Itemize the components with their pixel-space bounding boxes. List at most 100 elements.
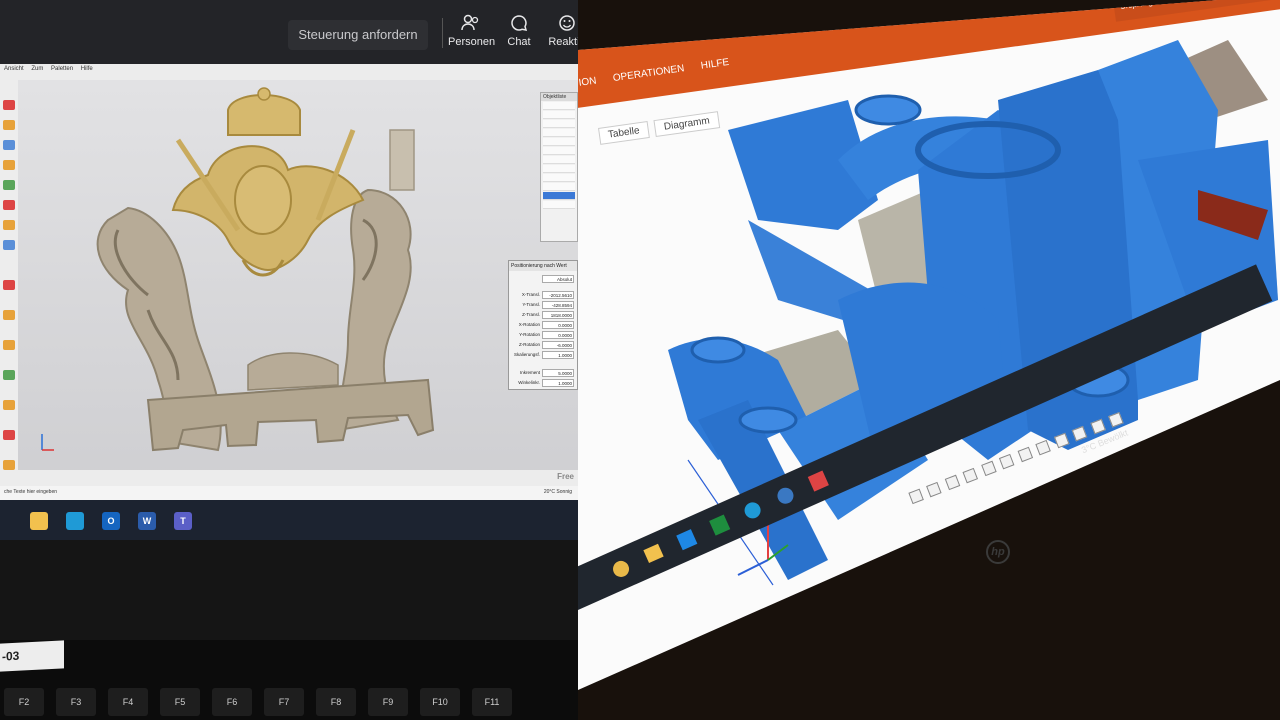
teams-icon[interactable]: T bbox=[174, 512, 192, 530]
object-list-item[interactable] bbox=[543, 111, 575, 119]
position-by-value-dialog: Positionierung nach Wert Absolut X-Trans… bbox=[508, 260, 578, 390]
people-button[interactable]: Personen bbox=[448, 14, 495, 48]
field-label: Winkelinkr. bbox=[518, 380, 540, 385]
field-row: Inkrement 5.0000 bbox=[512, 369, 576, 377]
frame-label: Free bbox=[557, 472, 574, 481]
outlook-icon[interactable]: O bbox=[102, 512, 120, 530]
save-icon[interactable] bbox=[676, 529, 698, 551]
reactions-button[interactable]: Reaktio bbox=[544, 14, 578, 48]
field-input[interactable]: 0.0000 bbox=[542, 321, 574, 329]
object-list-item[interactable] bbox=[543, 201, 575, 209]
key-f10: F10 bbox=[420, 688, 460, 716]
menu-item[interactable]: Hilfe bbox=[81, 66, 93, 72]
view-tool-button[interactable] bbox=[981, 460, 997, 477]
field-input[interactable]: 1818.0000 bbox=[542, 311, 574, 319]
excel-icon[interactable] bbox=[709, 514, 731, 536]
file-explorer-icon[interactable] bbox=[30, 512, 48, 530]
request-control-button[interactable]: Steuerung anfordern bbox=[288, 20, 428, 50]
field-input[interactable]: -6.0000 bbox=[542, 341, 574, 349]
3d-scan-view[interactable] bbox=[578, 0, 1280, 720]
tool-button[interactable] bbox=[3, 240, 15, 250]
chrome-icon[interactable] bbox=[610, 558, 632, 580]
object-list-item-selected[interactable] bbox=[543, 192, 575, 200]
object-list-item[interactable] bbox=[543, 129, 575, 137]
field-input[interactable]: -2012.5610 bbox=[542, 291, 574, 299]
tool-button[interactable] bbox=[3, 220, 15, 230]
object-list-panel: Objektliste bbox=[540, 92, 578, 242]
field-input[interactable]: 1.0000 bbox=[542, 351, 574, 359]
tool-button[interactable] bbox=[3, 140, 15, 150]
object-list-title: Objektliste bbox=[541, 93, 577, 101]
object-list-item[interactable] bbox=[543, 147, 575, 155]
view-tool-button[interactable] bbox=[1017, 446, 1033, 463]
tool-button[interactable] bbox=[3, 310, 15, 320]
key-f8: F8 bbox=[316, 688, 356, 716]
tool-button[interactable] bbox=[3, 400, 15, 410]
key-f6: F6 bbox=[212, 688, 252, 716]
tool-button[interactable] bbox=[3, 180, 15, 190]
teams-meeting-bar: Steuerung anfordern Personen Chat Reakti… bbox=[0, 0, 578, 64]
reactions-label: Reaktio bbox=[548, 36, 578, 48]
view-tool-button[interactable] bbox=[1089, 418, 1106, 435]
view-tool-button[interactable] bbox=[1053, 432, 1070, 449]
tool-button[interactable] bbox=[3, 100, 15, 110]
view-tool-button[interactable] bbox=[1108, 411, 1124, 428]
mode-select[interactable]: Absolut bbox=[542, 275, 574, 283]
field-input[interactable]: -428.8594 bbox=[542, 301, 574, 309]
word-icon[interactable]: W bbox=[138, 512, 156, 530]
object-list-item[interactable] bbox=[543, 165, 575, 173]
modeling-app-window: Ansicht Zum Paletten Hilfe Objektliste P… bbox=[0, 64, 578, 500]
windows-taskbar: O W T bbox=[0, 500, 578, 540]
laptop-bezel bbox=[0, 540, 578, 640]
object-list-item[interactable] bbox=[543, 174, 575, 182]
file-explorer-icon[interactable] bbox=[643, 543, 664, 564]
field-row: Y-Transl. -428.8594 bbox=[512, 301, 576, 309]
object-list-item[interactable] bbox=[543, 156, 575, 164]
tool-button[interactable] bbox=[3, 460, 15, 470]
gom-app-icon[interactable] bbox=[807, 470, 829, 492]
field-row: Skalierungsf. 1.0000 bbox=[512, 351, 576, 359]
field-label: Y-Transl. bbox=[522, 302, 540, 307]
field-input[interactable]: 5.0000 bbox=[542, 369, 574, 377]
tool-button[interactable] bbox=[3, 120, 15, 130]
tool-button[interactable] bbox=[3, 160, 15, 170]
chat-button[interactable]: Chat bbox=[496, 14, 542, 48]
object-list-item[interactable] bbox=[543, 102, 575, 110]
view-tool-button[interactable] bbox=[962, 467, 979, 484]
left-photo: Steuerung anfordern Personen Chat Reakti… bbox=[0, 0, 578, 720]
field-input[interactable]: 1.0000 bbox=[542, 379, 574, 387]
view-tool-button[interactable] bbox=[1035, 439, 1051, 456]
field-input[interactable]: 0.0000 bbox=[542, 331, 574, 339]
menu-item[interactable]: Paletten bbox=[51, 66, 73, 72]
view-tool-button[interactable] bbox=[944, 474, 961, 491]
tool-button[interactable] bbox=[3, 280, 15, 290]
object-list-item[interactable] bbox=[543, 138, 575, 146]
field-row: X-Rotation 0.0000 bbox=[512, 321, 576, 329]
tool-button[interactable] bbox=[3, 370, 15, 380]
chat-icon bbox=[496, 14, 542, 36]
key-f3: F3 bbox=[56, 688, 96, 716]
menu-item[interactable]: Zum bbox=[31, 66, 43, 72]
edge-icon[interactable] bbox=[66, 512, 84, 530]
3d-viewport[interactable] bbox=[18, 80, 578, 484]
key-f7: F7 bbox=[264, 688, 304, 716]
menu-item[interactable]: Ansicht bbox=[4, 66, 24, 72]
key-f4: F4 bbox=[108, 688, 148, 716]
tool-button[interactable] bbox=[3, 200, 15, 210]
object-list-item[interactable] bbox=[543, 183, 575, 191]
tool-button[interactable] bbox=[3, 430, 15, 440]
view-tool-button[interactable] bbox=[999, 453, 1015, 470]
search-hint[interactable]: che Texte hier eingeben bbox=[4, 489, 57, 495]
dialog-title: Positionierung nach Wert bbox=[509, 261, 577, 271]
object-list-item[interactable] bbox=[543, 120, 575, 128]
key-f11: F11 bbox=[472, 688, 512, 716]
edge-icon[interactable] bbox=[742, 499, 764, 521]
field-label: Skalierungsf. bbox=[513, 352, 540, 357]
toolbar-divider bbox=[442, 18, 443, 48]
tool-button[interactable] bbox=[3, 340, 15, 350]
view-tool-button[interactable] bbox=[1071, 425, 1088, 442]
internet-explorer-icon[interactable] bbox=[774, 485, 797, 507]
gom-window: Kutsche-Gesamt (2) - GOM Inspect 2018 IO… bbox=[578, 0, 1280, 720]
field-row: Z-Transl. 1818.0000 bbox=[512, 311, 576, 319]
view-tool-button[interactable] bbox=[926, 481, 943, 498]
